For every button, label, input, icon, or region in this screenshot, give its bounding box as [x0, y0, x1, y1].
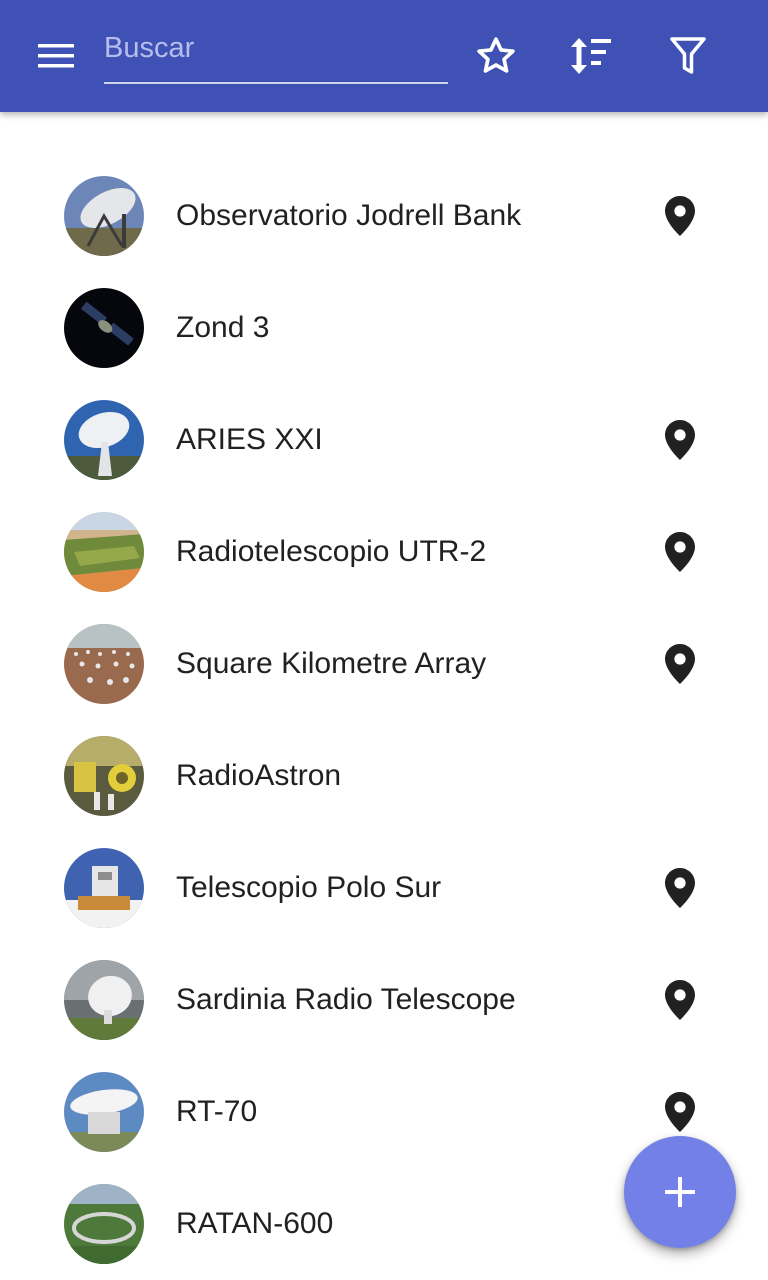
item-title: RadioAstron	[176, 759, 342, 792]
menu-button[interactable]	[24, 32, 88, 80]
location-pin-icon	[665, 868, 695, 908]
search-field	[104, 24, 448, 84]
telescope-list: Observatorio Jodrell Bank Zond 3 ARIES X…	[0, 160, 768, 1280]
item-title: Radiotelescopio UTR-2	[176, 535, 487, 568]
avatar	[64, 176, 144, 256]
list-item[interactable]: ARIES XXI	[0, 384, 768, 496]
list-item[interactable]: Radiotelescopio UTR-2	[0, 496, 768, 608]
list-item[interactable]: Zond 3	[0, 272, 768, 384]
item-title: Zond 3	[176, 311, 270, 344]
location-pin-icon	[665, 532, 695, 572]
item-title: Square Kilometre Array	[176, 647, 487, 680]
location-button[interactable]	[660, 530, 700, 574]
list-item[interactable]: RadioAstron	[0, 720, 768, 832]
filter-button[interactable]	[660, 28, 716, 84]
list-item[interactable]: Sardinia Radio Telescope	[0, 944, 768, 1056]
avatar	[64, 512, 144, 592]
item-title: Telescopio Polo Sur	[176, 871, 442, 904]
item-title: RT-70	[176, 1095, 258, 1128]
location-button[interactable]	[660, 978, 700, 1022]
search-input[interactable]	[104, 24, 448, 72]
avatar	[64, 960, 144, 1040]
location-pin-icon	[665, 980, 695, 1020]
location-pin-icon	[665, 1092, 695, 1132]
location-pin-icon	[665, 196, 695, 236]
menu-icon	[38, 44, 74, 68]
avatar	[64, 736, 144, 816]
favorites-button[interactable]	[468, 28, 524, 84]
list-item[interactable]: Observatorio Jodrell Bank	[0, 160, 768, 272]
avatar	[64, 400, 144, 480]
location-pin-icon	[665, 644, 695, 684]
location-button[interactable]	[660, 642, 700, 686]
add-icon	[665, 1177, 695, 1207]
item-title: ARIES XXI	[176, 423, 323, 456]
list-item[interactable]: Telescopio Polo Sur	[0, 832, 768, 944]
add-button[interactable]	[624, 1136, 736, 1248]
location-button[interactable]	[660, 418, 700, 462]
item-title: RATAN-600	[176, 1207, 334, 1240]
location-button[interactable]	[660, 866, 700, 910]
item-title: Observatorio Jodrell Bank	[176, 199, 522, 232]
location-button[interactable]	[660, 1090, 700, 1134]
avatar	[64, 1184, 144, 1264]
avatar	[64, 1072, 144, 1152]
item-title: Sardinia Radio Telescope	[176, 983, 516, 1016]
avatar	[64, 288, 144, 368]
avatar	[64, 848, 144, 928]
sort-icon	[571, 38, 611, 74]
sort-button[interactable]	[563, 28, 619, 84]
filter-icon	[670, 37, 706, 74]
star-icon	[477, 37, 515, 73]
location-button[interactable]	[660, 194, 700, 238]
location-pin-icon	[665, 420, 695, 460]
avatar	[64, 624, 144, 704]
app-bar	[0, 0, 768, 112]
list-item[interactable]: Square Kilometre Array	[0, 608, 768, 720]
